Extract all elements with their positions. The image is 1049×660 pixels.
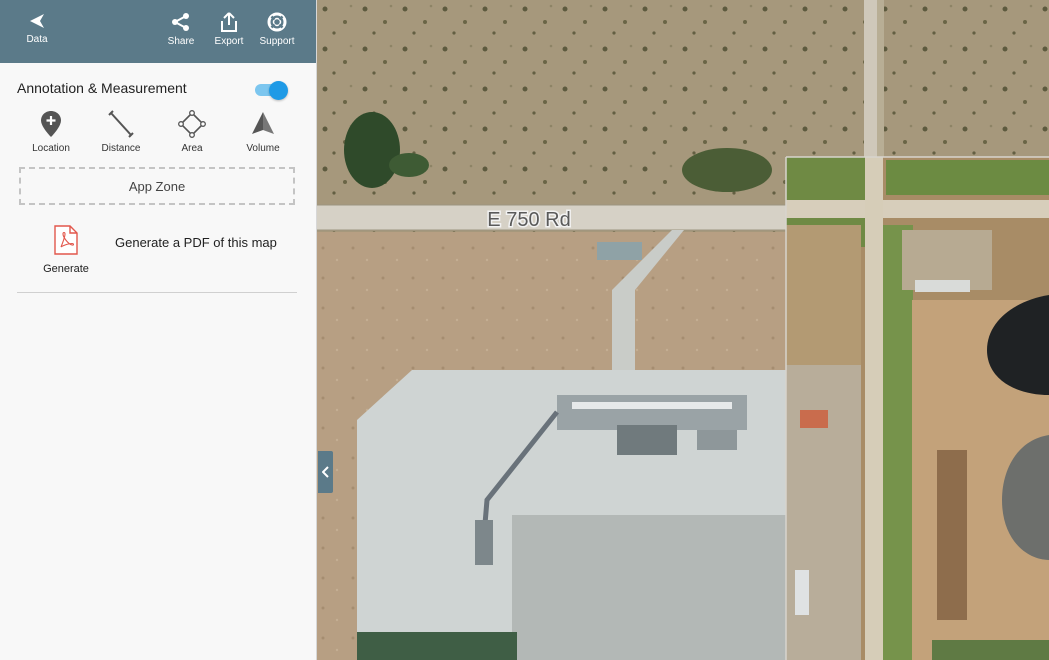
collapse-sidebar-button[interactable] <box>318 451 333 493</box>
overlay-road <box>786 200 1049 218</box>
road-shoulder <box>877 0 884 160</box>
toggle-knob <box>269 81 288 100</box>
sidebar-topbar: Data Share Export Support <box>0 0 316 63</box>
pdf-file-icon <box>54 225 78 255</box>
measurement-tools: Location Distance Area Volume <box>17 110 300 160</box>
gravel-lot <box>512 515 787 660</box>
facility-pipes <box>572 402 732 409</box>
lifebuoy-icon <box>267 12 287 32</box>
grass-strip <box>357 632 517 660</box>
export-button[interactable]: Export <box>210 12 248 47</box>
chevron-left-icon <box>321 466 329 478</box>
chevron-left-icon <box>30 14 44 28</box>
facility-rack <box>557 395 747 430</box>
white-building <box>795 570 809 615</box>
red-roof-building <box>800 410 828 428</box>
facility-units <box>617 425 677 455</box>
pond-edge <box>389 153 429 177</box>
app-zone[interactable]: App Zone <box>19 167 295 205</box>
share-button[interactable]: Share <box>164 12 198 47</box>
distance-tool-button[interactable]: Distance <box>91 110 151 154</box>
annotation-section-title: Annotation & Measurement <box>17 80 187 96</box>
cone-icon <box>252 112 274 134</box>
data-back-button[interactable]: Data <box>22 12 52 45</box>
overlay-gravel <box>786 365 861 660</box>
volume-tool-button[interactable]: Volume <box>233 110 293 154</box>
location-tool-label: Location <box>32 143 70 154</box>
aerial-map-view[interactable]: E 750 Rd <box>317 0 1049 660</box>
share-label: Share <box>167 36 195 47</box>
app-zone-label: App Zone <box>128 178 186 194</box>
generate-pdf-description: Generate a PDF of this map <box>115 235 277 250</box>
facility-units <box>697 430 737 450</box>
data-back-label: Data <box>26 34 48 45</box>
overlay-ns-road <box>865 157 883 660</box>
sidebar-panel: Data Share Export Support Annotation & M… <box>0 0 317 660</box>
map-pin-plus-icon <box>41 111 61 137</box>
road-label: E 750 Rd <box>487 209 570 231</box>
share-icon <box>172 13 189 31</box>
trench <box>937 450 967 620</box>
aerial-imagery: E 750 Rd <box>317 0 1049 660</box>
tank-row <box>915 280 970 292</box>
location-tool-button[interactable]: Location <box>21 110 81 154</box>
support-label: Support <box>259 36 295 47</box>
annotation-toggle[interactable] <box>253 81 289 100</box>
ruler-line-icon <box>108 110 134 138</box>
section-divider <box>17 292 297 293</box>
export-icon <box>221 12 237 32</box>
overlay-yard <box>786 225 861 365</box>
overlay-grass <box>932 640 1049 660</box>
support-button[interactable]: Support <box>257 12 297 47</box>
area-tool-button[interactable]: Area <box>162 110 222 154</box>
overlay-grass <box>883 225 913 660</box>
generate-label: Generate <box>43 263 89 275</box>
distance-tool-label: Distance <box>101 143 141 154</box>
pond <box>344 112 400 188</box>
generate-pdf-button[interactable]: Generate <box>37 225 95 275</box>
pond <box>682 148 772 192</box>
area-tool-label: Area <box>181 143 203 154</box>
export-label: Export <box>214 36 244 47</box>
overlay-field <box>886 160 1049 195</box>
volume-tool-label: Volume <box>246 143 280 154</box>
pipe-stack <box>597 242 642 260</box>
meter-skid <box>475 520 493 565</box>
polygon-icon <box>178 110 206 138</box>
